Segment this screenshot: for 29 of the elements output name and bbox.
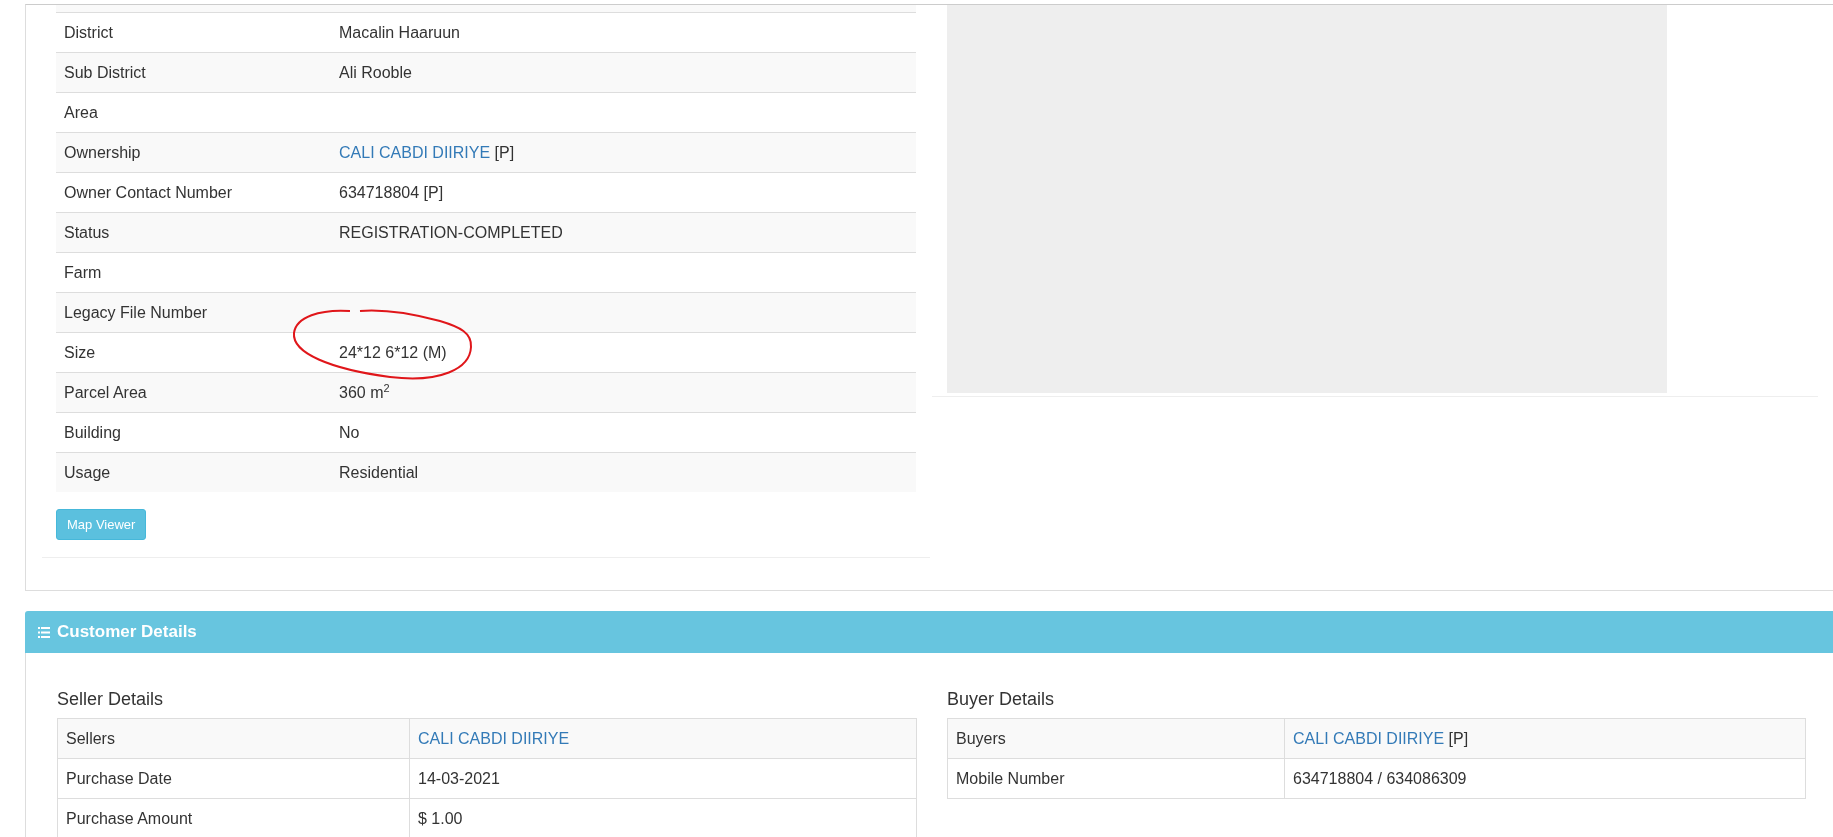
seller-heading: Seller Details <box>57 688 165 710</box>
table-cell: Ali Rooble <box>331 52 916 93</box>
table-cell: Purchase Date <box>57 758 410 799</box>
cell-text: [P] <box>1448 730 1469 747</box>
table-cell: 14-03-2021 <box>409 758 917 799</box>
table-cell: Legacy File Number <box>56 292 331 333</box>
person-link[interactable]: CALI CABDI DIIRIYE <box>1293 730 1445 747</box>
table-cell: Usage <box>56 452 331 492</box>
list-icon <box>38 626 50 638</box>
person-link[interactable]: CALI CABDI DIIRIYE <box>339 144 491 161</box>
table-cell: $ 1.00 <box>409 798 917 837</box>
person-link[interactable]: CALI CABDI DIIRIYE <box>418 730 570 747</box>
table-cell: 634718804 / 634086309 <box>1284 758 1806 799</box>
table-cell: Mobile Number <box>947 758 1285 799</box>
table-cell: REGISTRATION-COMPLETED <box>331 212 916 253</box>
table-cell: Sub District <box>56 52 331 93</box>
table-cell: Parcel Area <box>56 372 331 413</box>
table-cell: District <box>56 13 331 53</box>
table-cell: Residential <box>331 452 916 492</box>
section-title: Customer Details <box>57 622 197 642</box>
table-cell: Macalin Haaruun <box>331 13 916 53</box>
table-cell: Ownership <box>56 132 331 173</box>
table-cell: Purchase Amount <box>57 798 410 837</box>
table-cell: Sellers <box>57 718 410 759</box>
table-cell: 360 m$^{2}$ <box>331 372 916 413</box>
table-cell: Buyers <box>947 718 1285 759</box>
cell-text: [P] <box>494 144 515 161</box>
table-cell: Status <box>56 212 331 253</box>
buyer-heading: Buyer Details <box>947 688 1056 710</box>
